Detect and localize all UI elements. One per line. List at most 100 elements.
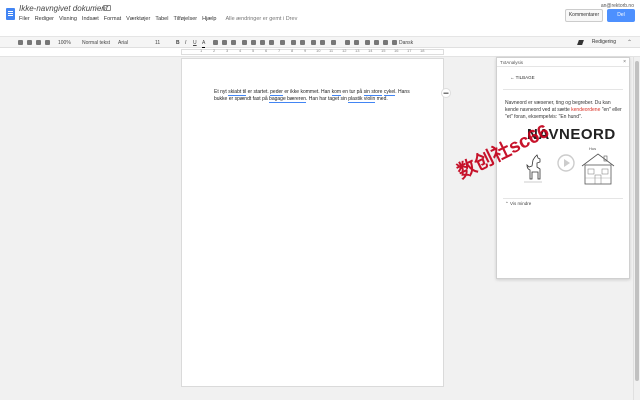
print-icon[interactable] [18,40,23,45]
font-size-select[interactable]: 11 [155,39,160,47]
italic-button[interactable]: I [185,39,186,47]
flagged-word[interactable]: sin store [363,89,383,96]
align-left-icon[interactable] [242,40,247,45]
paint-format-icon[interactable] [45,40,50,45]
collapse-icon[interactable]: ⌃ [627,39,632,46]
addon-icon-2[interactable] [354,40,359,45]
line-spacing-icon[interactable] [280,40,285,45]
flagged-word[interactable]: skiabt til [228,89,247,96]
ruler-number: 6 [265,48,268,53]
text-run: en tur på [341,89,364,95]
ruler-number: 2 [213,48,216,53]
menu-table[interactable]: Tabel [155,16,168,26]
panel-title: TxtAnalysis [500,60,524,65]
text-run: . Han har taget sin [306,96,349,102]
comments-button[interactable]: Kommentarer [565,9,603,22]
docs-logo-icon[interactable] [6,8,15,20]
flagged-word[interactable]: bagage bæreren [269,96,307,103]
text-run: er ikke kommet. Han [282,89,332,95]
underline-button[interactable]: U [193,39,197,47]
addon-icon-3[interactable] [374,40,379,45]
ruler-number: 16 [394,48,399,53]
play-icon[interactable] [557,154,575,172]
zoom-select[interactable]: 100% [58,39,71,47]
share-button[interactable]: Del [607,9,635,22]
back-button[interactable]: ← TILBAGE [510,75,535,80]
analysis-side-panel: TxtAnalysis × ← TILBAGE Navneord er væse… [496,57,630,279]
folder-icon[interactable] [103,5,111,11]
speaker-icon[interactable] [392,40,397,45]
addon-icon-4[interactable] [383,40,388,45]
ruler-number: 8 [291,48,294,53]
star-icon[interactable]: ☆ [93,3,100,12]
ruler-number: 4 [239,48,242,53]
ruler-number: 7 [278,48,281,53]
text-run: Et nyt [214,89,229,95]
flagged-word[interactable]: plastik violin [348,96,376,103]
style-select[interactable]: Normal tekst [82,39,110,47]
text-color-button[interactable]: A [202,39,206,48]
flagged-word[interactable]: peder [270,89,283,96]
ruler: 1 2 3 4 5 6 7 8 9 10 11 12 13 14 15 16 1… [0,48,640,57]
document-page[interactable]: Et nyt skiabt til er startet. peder er i… [181,58,444,387]
image-icon[interactable] [231,40,236,45]
link-icon[interactable] [213,40,218,45]
ruler-number: 18 [420,48,425,53]
flagged-word[interactable]: kom [331,89,342,96]
font-select[interactable]: Arial [118,39,128,47]
menu-bar: Filer Rediger Visning Indsæt Format Værk… [19,16,297,26]
divider [503,198,623,199]
menu-edit[interactable]: Rediger [35,16,54,26]
addon-icon-1[interactable] [345,40,350,45]
redo-icon[interactable] [36,40,41,45]
increase-indent-icon[interactable] [320,40,325,45]
close-icon[interactable]: × [623,59,626,65]
panel-header: TxtAnalysis × [497,58,629,67]
vertical-scrollbar[interactable] [633,57,640,400]
align-justify-icon[interactable] [269,40,274,45]
add-comment-icon[interactable]: ▬ [441,88,451,98]
show-less-label: Vis mindre [510,201,532,206]
menu-addons[interactable]: Tilføjelser [173,16,197,26]
ruler-track[interactable] [181,49,444,55]
menu-insert[interactable]: Indsæt [82,16,99,26]
toolbar: 100% Normal tekst Arial 11 B I U A Dansk… [0,36,640,48]
highlighted-term: kendeordene [571,107,601,113]
clear-format-icon[interactable] [331,40,336,45]
bulleted-list-icon[interactable] [300,40,305,45]
editing-mode-select[interactable]: Redigering [592,39,616,45]
ruler-number: 17 [407,48,412,53]
show-less-button[interactable]: ⌃ Vis mindre [505,201,531,207]
document-body[interactable]: Et nyt skiabt til er startet. peder er i… [214,89,419,103]
ruler-number: 5 [252,48,255,53]
ruler-number: 10 [316,48,321,53]
word-class-description: Navneord er væsener, ting og begreber. D… [505,100,623,121]
top-bar: Ikke-navngivet dokument ☆ an@rektorb.no … [0,0,640,36]
comment-add-icon[interactable] [222,40,227,45]
ruler-number: 15 [381,48,386,53]
ruler-number: 14 [368,48,373,53]
pencil-icon[interactable] [577,40,584,45]
menu-help[interactable]: Hjælp [202,16,216,26]
undo-icon[interactable] [27,40,32,45]
menu-tools[interactable]: Værktøjer [126,16,150,26]
bold-button[interactable]: B [176,39,180,47]
search-icon[interactable] [365,40,370,45]
save-status[interactable]: Alle ændringer er gemt i Drev [225,16,297,26]
numbered-list-icon[interactable] [291,40,296,45]
align-right-icon[interactable] [260,40,265,45]
align-center-icon[interactable] [251,40,256,45]
decrease-indent-icon[interactable] [311,40,316,45]
flagged-word[interactable]: cykel [383,89,396,96]
menu-file[interactable]: Filer [19,16,30,26]
ruler-number: 3 [226,48,229,53]
menu-format[interactable]: Format [104,16,121,26]
back-label: TILBAGE [515,75,535,80]
house-illustration-icon [581,153,615,185]
menu-view[interactable]: Visning [59,16,77,26]
voice-select[interactable]: Dansk [399,39,413,47]
divider [503,89,623,90]
scrollbar-thumb[interactable] [635,61,639,381]
text-run: er startet. [246,89,271,95]
ruler-number: 12 [342,48,347,53]
